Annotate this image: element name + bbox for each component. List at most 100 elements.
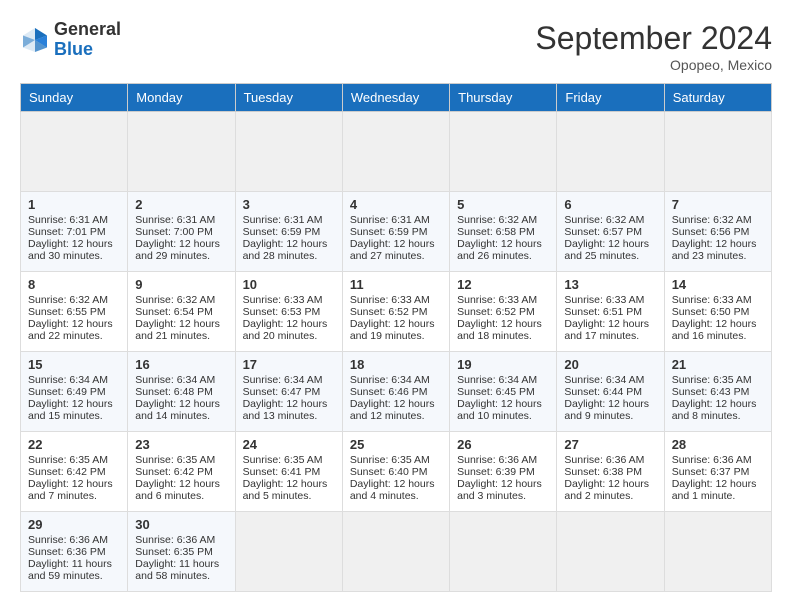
sunrise-text: Sunrise: 6:32 AM <box>457 214 537 226</box>
sunset-text: Sunset: 6:50 PM <box>672 306 750 318</box>
daylight-text: Daylight: 12 hours and 10 minutes. <box>457 398 542 422</box>
sunrise-text: Sunrise: 6:36 AM <box>135 534 215 546</box>
sunset-text: Sunset: 7:00 PM <box>135 226 213 238</box>
sunrise-text: Sunrise: 6:35 AM <box>243 454 323 466</box>
sunrise-text: Sunrise: 6:31 AM <box>350 214 430 226</box>
day-number: 7 <box>672 197 764 212</box>
calendar-cell: 8Sunrise: 6:32 AMSunset: 6:55 PMDaylight… <box>21 272 128 352</box>
daylight-text: Daylight: 12 hours and 22 minutes. <box>28 318 113 342</box>
month-title: September 2024 <box>535 20 772 57</box>
sunrise-text: Sunrise: 6:36 AM <box>564 454 644 466</box>
sunrise-text: Sunrise: 6:34 AM <box>350 374 430 386</box>
logo-text: General Blue <box>54 20 121 60</box>
location: Opopeo, Mexico <box>535 57 772 73</box>
day-number: 13 <box>564 277 656 292</box>
day-number: 23 <box>135 437 227 452</box>
calendar-cell: 27Sunrise: 6:36 AMSunset: 6:38 PMDayligh… <box>557 432 664 512</box>
day-header-saturday: Saturday <box>664 84 771 112</box>
day-header-sunday: Sunday <box>21 84 128 112</box>
sunset-text: Sunset: 6:44 PM <box>564 386 642 398</box>
calendar-cell <box>342 112 449 192</box>
sunrise-text: Sunrise: 6:34 AM <box>135 374 215 386</box>
calendar-cell: 13Sunrise: 6:33 AMSunset: 6:51 PMDayligh… <box>557 272 664 352</box>
sunrise-text: Sunrise: 6:33 AM <box>350 294 430 306</box>
calendar-cell: 4Sunrise: 6:31 AMSunset: 6:59 PMDaylight… <box>342 192 449 272</box>
calendar-cell: 20Sunrise: 6:34 AMSunset: 6:44 PMDayligh… <box>557 352 664 432</box>
calendar-cell: 17Sunrise: 6:34 AMSunset: 6:47 PMDayligh… <box>235 352 342 432</box>
day-number: 30 <box>135 517 227 532</box>
sunset-text: Sunset: 6:41 PM <box>243 466 321 478</box>
day-number: 28 <box>672 437 764 452</box>
sunset-text: Sunset: 6:42 PM <box>135 466 213 478</box>
sunrise-text: Sunrise: 6:31 AM <box>243 214 323 226</box>
day-header-monday: Monday <box>128 84 235 112</box>
daylight-text: Daylight: 12 hours and 15 minutes. <box>28 398 113 422</box>
daylight-text: Daylight: 12 hours and 27 minutes. <box>350 238 435 262</box>
sunset-text: Sunset: 6:40 PM <box>350 466 428 478</box>
sunrise-text: Sunrise: 6:32 AM <box>672 214 752 226</box>
daylight-text: Daylight: 12 hours and 21 minutes. <box>135 318 220 342</box>
day-number: 29 <box>28 517 120 532</box>
sunrise-text: Sunrise: 6:35 AM <box>135 454 215 466</box>
calendar-cell <box>235 512 342 592</box>
sunset-text: Sunset: 6:42 PM <box>28 466 106 478</box>
daylight-text: Daylight: 12 hours and 30 minutes. <box>28 238 113 262</box>
calendar-cell <box>235 112 342 192</box>
page-header: General Blue September 2024 Opopeo, Mexi… <box>20 20 772 73</box>
sunrise-text: Sunrise: 6:33 AM <box>243 294 323 306</box>
day-number: 4 <box>350 197 442 212</box>
day-number: 10 <box>243 277 335 292</box>
calendar-cell <box>450 112 557 192</box>
calendar-cell: 5Sunrise: 6:32 AMSunset: 6:58 PMDaylight… <box>450 192 557 272</box>
calendar-cell: 14Sunrise: 6:33 AMSunset: 6:50 PMDayligh… <box>664 272 771 352</box>
daylight-text: Daylight: 12 hours and 25 minutes. <box>564 238 649 262</box>
sunrise-text: Sunrise: 6:35 AM <box>672 374 752 386</box>
sunset-text: Sunset: 6:55 PM <box>28 306 106 318</box>
calendar-table: SundayMondayTuesdayWednesdayThursdayFrid… <box>20 83 772 592</box>
day-number: 25 <box>350 437 442 452</box>
daylight-text: Daylight: 12 hours and 19 minutes. <box>350 318 435 342</box>
sunrise-text: Sunrise: 6:33 AM <box>564 294 644 306</box>
sunset-text: Sunset: 6:52 PM <box>350 306 428 318</box>
sunrise-text: Sunrise: 6:34 AM <box>243 374 323 386</box>
calendar-cell: 9Sunrise: 6:32 AMSunset: 6:54 PMDaylight… <box>128 272 235 352</box>
calendar-cell: 22Sunrise: 6:35 AMSunset: 6:42 PMDayligh… <box>21 432 128 512</box>
sunrise-text: Sunrise: 6:32 AM <box>564 214 644 226</box>
day-number: 18 <box>350 357 442 372</box>
day-header-wednesday: Wednesday <box>342 84 449 112</box>
sunrise-text: Sunrise: 6:32 AM <box>28 294 108 306</box>
sunset-text: Sunset: 6:53 PM <box>243 306 321 318</box>
calendar-cell: 16Sunrise: 6:34 AMSunset: 6:48 PMDayligh… <box>128 352 235 432</box>
sunset-text: Sunset: 6:51 PM <box>564 306 642 318</box>
day-number: 21 <box>672 357 764 372</box>
daylight-text: Daylight: 12 hours and 23 minutes. <box>672 238 757 262</box>
calendar-cell <box>450 512 557 592</box>
sunset-text: Sunset: 6:57 PM <box>564 226 642 238</box>
calendar-cell: 24Sunrise: 6:35 AMSunset: 6:41 PMDayligh… <box>235 432 342 512</box>
sunset-text: Sunset: 6:36 PM <box>28 546 106 558</box>
day-number: 26 <box>457 437 549 452</box>
day-number: 19 <box>457 357 549 372</box>
calendar-cell <box>664 112 771 192</box>
calendar-cell: 11 Sunrise: 6:33 AMSunset: 6:52 PMDayligh… <box>342 272 449 352</box>
title-block: September 2024 Opopeo, Mexico <box>535 20 772 73</box>
daylight-text: Daylight: 12 hours and 5 minutes. <box>243 478 328 502</box>
day-number: 20 <box>564 357 656 372</box>
day-number: 11 <box>350 277 442 292</box>
sunset-text: Sunset: 6:43 PM <box>672 386 750 398</box>
calendar-cell: 15Sunrise: 6:34 AMSunset: 6:49 PMDayligh… <box>21 352 128 432</box>
sunset-text: Sunset: 6:48 PM <box>135 386 213 398</box>
day-number: 1 <box>28 197 120 212</box>
day-header-tuesday: Tuesday <box>235 84 342 112</box>
calendar-cell: 7Sunrise: 6:32 AMSunset: 6:56 PMDaylight… <box>664 192 771 272</box>
sunrise-text: Sunrise: 6:36 AM <box>672 454 752 466</box>
calendar-cell: 19Sunrise: 6:34 AMSunset: 6:45 PMDayligh… <box>450 352 557 432</box>
daylight-text: Daylight: 12 hours and 28 minutes. <box>243 238 328 262</box>
sunset-text: Sunset: 6:58 PM <box>457 226 535 238</box>
daylight-text: Daylight: 12 hours and 2 minutes. <box>564 478 649 502</box>
day-number: 15 <box>28 357 120 372</box>
sunrise-text: Sunrise: 6:34 AM <box>28 374 108 386</box>
sunrise-text: Sunrise: 6:35 AM <box>350 454 430 466</box>
daylight-text: Daylight: 12 hours and 1 minute. <box>672 478 757 502</box>
calendar-cell: 26Sunrise: 6:36 AMSunset: 6:39 PMDayligh… <box>450 432 557 512</box>
